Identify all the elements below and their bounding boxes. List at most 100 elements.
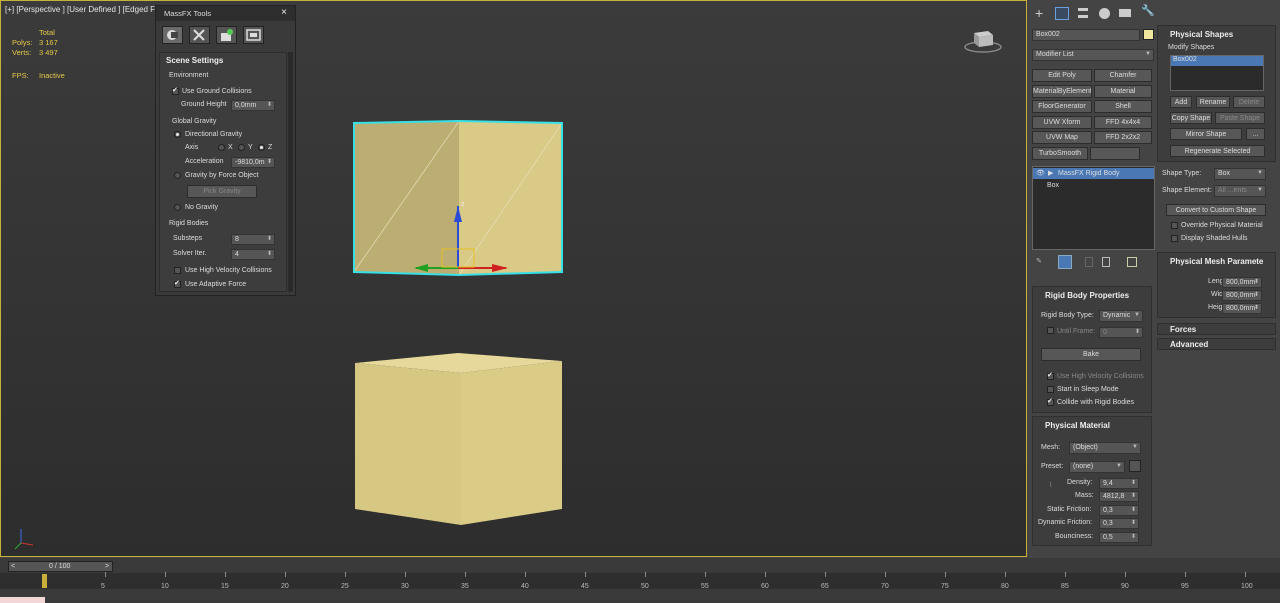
display-hulls-checkbox[interactable] (1171, 235, 1178, 242)
shape-type-dropdown[interactable]: Box ▼ (1214, 168, 1266, 180)
axis-y-radio[interactable] (238, 144, 245, 151)
density-input[interactable]: 9,4 ⬍ (1099, 478, 1139, 489)
modify-tab-icon[interactable] (1055, 7, 1069, 20)
stack-item-massfx[interactable]: 👁 ▶ MassFX Rigid Body (1033, 168, 1154, 179)
object-color-swatch[interactable] (1143, 29, 1154, 40)
pick-gravity-button[interactable]: Pick Gravity (187, 185, 257, 198)
remove-modifier-icon[interactable] (1102, 257, 1110, 267)
directional-gravity-radio[interactable] (174, 131, 181, 138)
expand-arrow-icon[interactable]: ▶ (1048, 169, 1053, 177)
configure-sets-icon[interactable] (1127, 257, 1137, 267)
solver-iter-input[interactable]: 4 ⬍ (231, 249, 275, 260)
physical-shapes-title[interactable]: Physical Shapes (1170, 30, 1233, 39)
paste-shape-button[interactable]: Paste Shape (1215, 112, 1265, 124)
edit-poly-button[interactable]: Edit Poly (1032, 69, 1092, 82)
ffd-2x2x2-button[interactable]: FFD 2x2x2 (1094, 131, 1152, 144)
pin-stack-icon[interactable]: ✎ (1036, 257, 1042, 265)
create-tab-icon[interactable]: + (1035, 5, 1043, 21)
box001[interactable] (353, 351, 565, 529)
override-material-checkbox[interactable] (1171, 222, 1178, 229)
ffd-4x4x4-button[interactable]: FFD 4x4x4 (1094, 116, 1152, 129)
modifier-list-dropdown[interactable]: Modifier List ▼ (1032, 49, 1154, 61)
density-mass-link-icon[interactable]: ⌇ (1049, 481, 1052, 489)
object-name-input[interactable]: Box002 (1032, 29, 1140, 41)
add-shape-button[interactable]: Add (1170, 96, 1192, 108)
until-frame-checkbox[interactable] (1047, 327, 1054, 334)
tab-simulation-icon[interactable] (216, 26, 237, 44)
uvw-xform-button[interactable]: UVW Xform (1032, 116, 1092, 129)
massfx-titlebar[interactable]: MassFX Tools × (156, 6, 295, 21)
physical-material-title[interactable]: Physical Material (1045, 421, 1110, 430)
close-icon[interactable]: × (281, 7, 287, 18)
width-input[interactable]: 800,0mm ⬍ (1222, 290, 1262, 301)
until-frame-input[interactable]: 0 ⬍ (1099, 327, 1143, 338)
gravity-by-force-radio[interactable] (174, 172, 181, 179)
advanced-title[interactable]: Advanced (1170, 340, 1208, 349)
rigid-body-properties-title[interactable]: Rigid Body Properties (1045, 291, 1129, 300)
massfx-scrollbar[interactable] (288, 52, 293, 292)
mirror-shape-button[interactable]: Mirror Shape (1170, 128, 1242, 140)
utilities-tab-icon[interactable]: 🔧 (1141, 4, 1155, 17)
tab-display-icon[interactable] (243, 26, 264, 44)
shell-button[interactable]: Shell (1094, 100, 1152, 113)
edit-preset-icon[interactable] (1129, 460, 1141, 472)
static-friction-input[interactable]: 0,3 ⬍ (1099, 505, 1139, 516)
track-bar[interactable] (0, 573, 1280, 589)
axis-x-radio[interactable] (218, 144, 225, 151)
copy-shape-button[interactable]: Copy Shape (1170, 112, 1212, 124)
stack-item-box[interactable]: Box (1047, 182, 1059, 189)
convert-custom-shape-button[interactable]: Convert to Custom Shape (1166, 204, 1266, 216)
empty-modifier-button[interactable] (1090, 147, 1140, 160)
time-slider[interactable]: < 0 / 100 > (8, 561, 113, 572)
preset-dropdown[interactable]: (none) ▼ (1069, 461, 1125, 473)
viewcube-icon[interactable] (963, 25, 1003, 55)
viewport-label[interactable]: [+] [Perspective ] [User Defined ] [Edge… (5, 5, 160, 14)
delete-shape-button[interactable]: Delete (1233, 96, 1265, 108)
motion-tab-icon[interactable] (1099, 8, 1110, 19)
physical-mesh-params-title[interactable]: Physical Mesh Paramete (1170, 257, 1263, 266)
axis-z-radio[interactable] (258, 144, 265, 151)
material-button[interactable]: Material (1094, 85, 1152, 98)
floorgenerator-button[interactable]: FloorGenerator (1032, 100, 1092, 113)
display-tab-icon[interactable] (1119, 9, 1131, 17)
ground-height-input[interactable]: 0,0mm ⬍ (231, 100, 275, 111)
hierarchy-tab-icon[interactable] (1078, 8, 1088, 18)
massfx-tools-panel[interactable]: MassFX Tools × Scene Settings Environmen… (155, 5, 296, 296)
tab-tools-icon[interactable] (189, 26, 210, 44)
bounciness-input[interactable]: 0,5 ⬍ (1099, 532, 1139, 543)
mirror-options-button[interactable]: ... (1246, 128, 1265, 140)
shape-item-box002[interactable]: Box002 (1171, 56, 1263, 66)
shape-element-dropdown[interactable]: All ...ents ▼ (1214, 185, 1266, 197)
use-ground-collisions-checkbox[interactable] (172, 86, 179, 95)
height-input[interactable]: 800,0mm ⬍ (1222, 303, 1262, 314)
collide-rigid-checkbox[interactable] (1047, 397, 1054, 406)
mesh-dropdown[interactable]: (Object) ▼ (1069, 442, 1141, 454)
no-gravity-radio[interactable] (174, 204, 181, 211)
time-slider-prev-icon[interactable]: < (11, 563, 15, 570)
chamfer-button[interactable]: Chamfer (1094, 69, 1152, 82)
turbosmooth-button[interactable]: TurboSmooth (1032, 147, 1088, 160)
acceleration-input[interactable]: -9810,0m ⬍ (231, 157, 275, 168)
length-input[interactable]: 800,0mm ⬍ (1222, 277, 1262, 288)
make-unique-icon[interactable] (1085, 257, 1093, 267)
eye-icon[interactable]: 👁 (1036, 169, 1045, 177)
modifier-stack-list[interactable]: 👁 ▶ MassFX Rigid Body Box (1032, 166, 1155, 250)
mass-input[interactable]: 4812,8 ⬍ (1099, 491, 1139, 502)
use-high-velocity-checkbox[interactable] (1047, 371, 1054, 380)
regenerate-selected-button[interactable]: Regenerate Selected (1170, 145, 1265, 157)
forces-title[interactable]: Forces (1170, 325, 1196, 334)
transform-gizmo-icon[interactable]: z (406, 196, 516, 281)
dynamic-friction-input[interactable]: 0,3 ⬍ (1099, 518, 1139, 529)
current-frame-marker[interactable] (42, 574, 47, 588)
show-end-result-icon[interactable] (1058, 255, 1072, 269)
time-slider-next-icon[interactable]: > (105, 563, 109, 570)
uvw-map-button[interactable]: UVW Map (1032, 131, 1092, 144)
forces-rollout[interactable]: Forces (1157, 323, 1276, 335)
start-sleep-checkbox[interactable] (1047, 386, 1054, 393)
high-velocity-checkbox[interactable] (174, 267, 181, 274)
advanced-rollout[interactable]: Advanced (1157, 338, 1276, 350)
rigid-body-type-dropdown[interactable]: Dynamic ▼ (1099, 310, 1143, 322)
substeps-input[interactable]: 8 ⬍ (231, 234, 275, 245)
scene-settings-title[interactable]: Scene Settings (166, 56, 223, 65)
adaptive-force-checkbox[interactable] (174, 279, 181, 288)
